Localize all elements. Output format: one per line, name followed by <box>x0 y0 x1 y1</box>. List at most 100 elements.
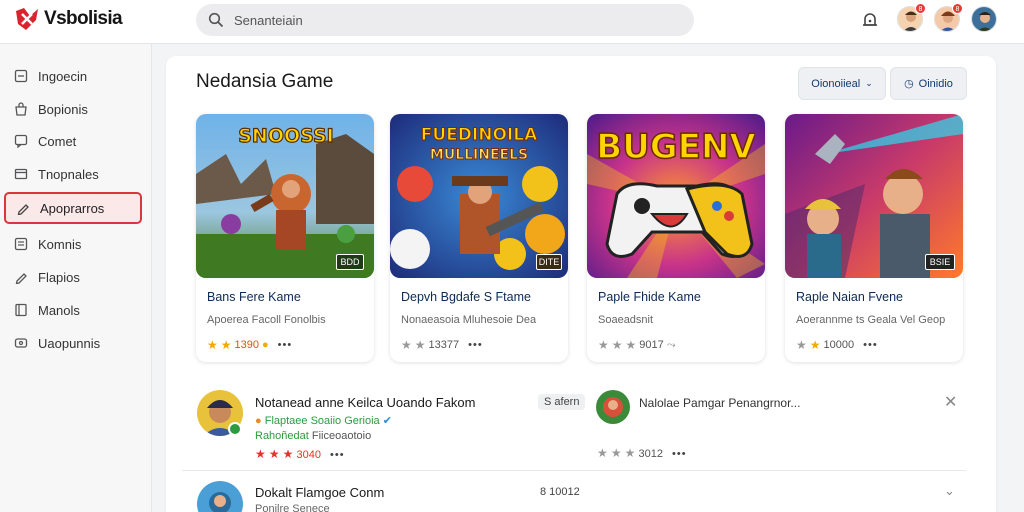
book-icon <box>15 303 27 317</box>
card-rating: ★ ★ ★ 9017 ⤳ <box>598 338 676 352</box>
more-options-icon[interactable]: ••• <box>468 339 483 351</box>
list-item[interactable]: Dokalt Flamgoe Conm Ponilre Senece 8 100… <box>182 471 966 512</box>
card-title: Depvh Bgdafe S Ftame <box>401 290 531 304</box>
sidebar-item-label: Ingoecin <box>38 68 88 84</box>
card-subtitle: Apoerea Facoll Fonolbis <box>207 314 326 326</box>
list-item-subtitle: Ponilre Senece <box>255 503 330 512</box>
game-card[interactable]: BUGENV Paple Fhide Kame Soaeadsnit ★ ★ ★… <box>587 114 765 362</box>
activity-list: Notanead anne Keilca Uoando Fakom ● Flap… <box>182 382 966 512</box>
list-item-subtitle: ● Flaptaee Soaiio Gerioia ✔ <box>255 414 392 427</box>
banner-text: FUEDINOILA <box>421 125 538 145</box>
star-icon: ★ <box>282 447 294 461</box>
square-icon <box>14 69 28 83</box>
game-banner: SNOOSSI <box>238 124 335 147</box>
user-avatar-3[interactable] <box>971 6 997 32</box>
star-icon: ★ <box>597 446 608 460</box>
app-logo[interactable]: Vsbolisia <box>14 6 123 32</box>
page-title: Nedansia Game <box>196 71 334 92</box>
fire-icon: ● <box>255 415 262 427</box>
sidebar-item-apoprarros[interactable]: Apoprarros <box>4 192 142 224</box>
sidebar-item-label: Manols <box>38 302 80 318</box>
star-icon: ★ <box>610 446 622 460</box>
rating-count: 1390 <box>234 339 260 351</box>
platform-tag: DITE <box>536 254 562 270</box>
sidebar-item-label: Apoprarros <box>40 200 105 216</box>
star-icon: ★ <box>611 338 623 352</box>
game-banner: BUGENV <box>597 126 755 166</box>
card-rating: ★ ★ 10000 ••• <box>796 338 878 352</box>
card-title: Bans Fere Kame <box>207 290 301 304</box>
rating-count: 13377 <box>428 339 460 351</box>
sidebar-item-manols[interactable]: Manols <box>4 294 142 326</box>
avatar <box>197 481 243 512</box>
top-bar: Vsbolisia 8 8 <box>0 0 1024 44</box>
search-input[interactable] <box>234 12 634 28</box>
app-window: Vsbolisia 8 8 Ingoecin Bo <box>0 0 1024 512</box>
sidebar-item-flapios[interactable]: Flapios <box>4 261 142 293</box>
more-options-icon[interactable]: ••• <box>330 449 345 461</box>
trend-icon: ⤳ <box>666 338 676 351</box>
sidebar-item-bopionis[interactable]: Bopionis <box>4 93 142 125</box>
game-card[interactable]: SNOOSSI BDD Bans Fere Kame Apoerea Facol… <box>196 114 374 362</box>
sidebar-item-comet[interactable]: Comet <box>4 125 142 157</box>
close-icon[interactable]: ✕ <box>944 392 957 412</box>
filter-dropdown-button[interactable]: Oionoiieal ⌄ <box>798 67 886 100</box>
sidebar-item-label: Komnis <box>38 236 82 252</box>
star-icon: ★ <box>809 338 821 352</box>
list-item[interactable]: Notanead anne Keilca Uoando Fakom ● Flap… <box>182 382 966 470</box>
sidebar-item-label: Comet <box>38 133 77 149</box>
notification-badge: 8 <box>915 3 926 14</box>
sidebar-item-tnopnales[interactable]: Tnopnales <box>4 158 142 190</box>
search-bar[interactable] <box>196 4 694 36</box>
list-item-rating: ★ ★ ★ 3040 ••• <box>255 447 345 461</box>
side-title: Nalolae Pamgar Penangrnor... <box>639 396 801 410</box>
sidebar-item-label: Uaopunnis <box>38 335 101 351</box>
chat-icon <box>14 134 28 148</box>
star-icon: ★ <box>796 338 807 352</box>
platform-tag: BSIE <box>925 254 955 270</box>
card-rating: ★ ★ 1390 ● ••• <box>207 338 292 352</box>
sidebar-item-uaopunnis[interactable]: Uaopunnis <box>4 327 142 359</box>
chevron-down-icon[interactable]: ⌄ <box>944 483 955 499</box>
game-avatar <box>596 390 630 424</box>
list-item-detail: Fiiceoaotoio <box>311 430 372 442</box>
notification-bell-icon[interactable] <box>859 9 881 31</box>
list-item-status: Rahoñedat <box>255 430 309 442</box>
game-card[interactable]: BSIE Raple Naian Fvene Aoerannme ts Geal… <box>785 114 963 362</box>
star-icon: ★ <box>268 447 280 461</box>
secondary-button[interactable]: ◷ Oinidio <box>890 67 967 100</box>
list-item-title: Dokalt Flamgoe Conm <box>255 485 385 500</box>
star-icon: ★ <box>598 338 609 352</box>
more-options-icon[interactable]: ••• <box>278 339 293 351</box>
sidebar-item-ingoecin[interactable]: Ingoecin <box>4 60 142 92</box>
platform-tag: BDD <box>336 254 364 270</box>
pen-icon <box>17 204 29 215</box>
sidebar: Ingoecin Bopionis Comet Tnopnales Apopra… <box>0 44 152 512</box>
star-icon: ★ <box>255 447 266 461</box>
star-icon: ★ <box>220 338 232 352</box>
star-icon: ★ <box>624 446 636 460</box>
list-item-line1: Flaptaee Soaiio Gerioia <box>264 415 380 427</box>
list-item-meta: Rahoñedat Fiiceoaotoio <box>255 430 371 442</box>
rating-count: 9017 <box>639 339 664 351</box>
banner-text: BUGENV <box>597 127 755 166</box>
chevron-down-icon: ⌄ <box>865 78 873 88</box>
status-badge: S afern <box>538 394 586 410</box>
more-options-icon[interactable]: ••• <box>863 339 878 351</box>
more-options-icon[interactable]: ••• <box>672 448 687 460</box>
card-subtitle: Aoerannme ts Geala Vel Geop <box>796 314 946 326</box>
star-icon: ★ <box>401 338 412 352</box>
gamepad-icon <box>14 338 28 348</box>
filter-label: Oionoiieal <box>811 77 861 90</box>
sidebar-item-komnis[interactable]: Komnis <box>4 228 142 260</box>
side-rating: ★ ★ ★ 3012 ••• <box>597 446 687 460</box>
pen-icon <box>15 273 27 284</box>
banner-subtext: MULLINEELS <box>430 147 528 163</box>
game-card[interactable]: FUEDINOILA MULLINEELS DITE Depvh Bgdafe … <box>390 114 568 362</box>
list-icon <box>14 237 28 251</box>
sidebar-item-label: Flapios <box>38 269 80 285</box>
rating-count: 10000 <box>823 339 855 351</box>
timestamp: 8 10012 <box>540 486 580 498</box>
logo-mark-icon <box>16 8 38 30</box>
sidebar-item-label: Tnopnales <box>38 166 99 182</box>
